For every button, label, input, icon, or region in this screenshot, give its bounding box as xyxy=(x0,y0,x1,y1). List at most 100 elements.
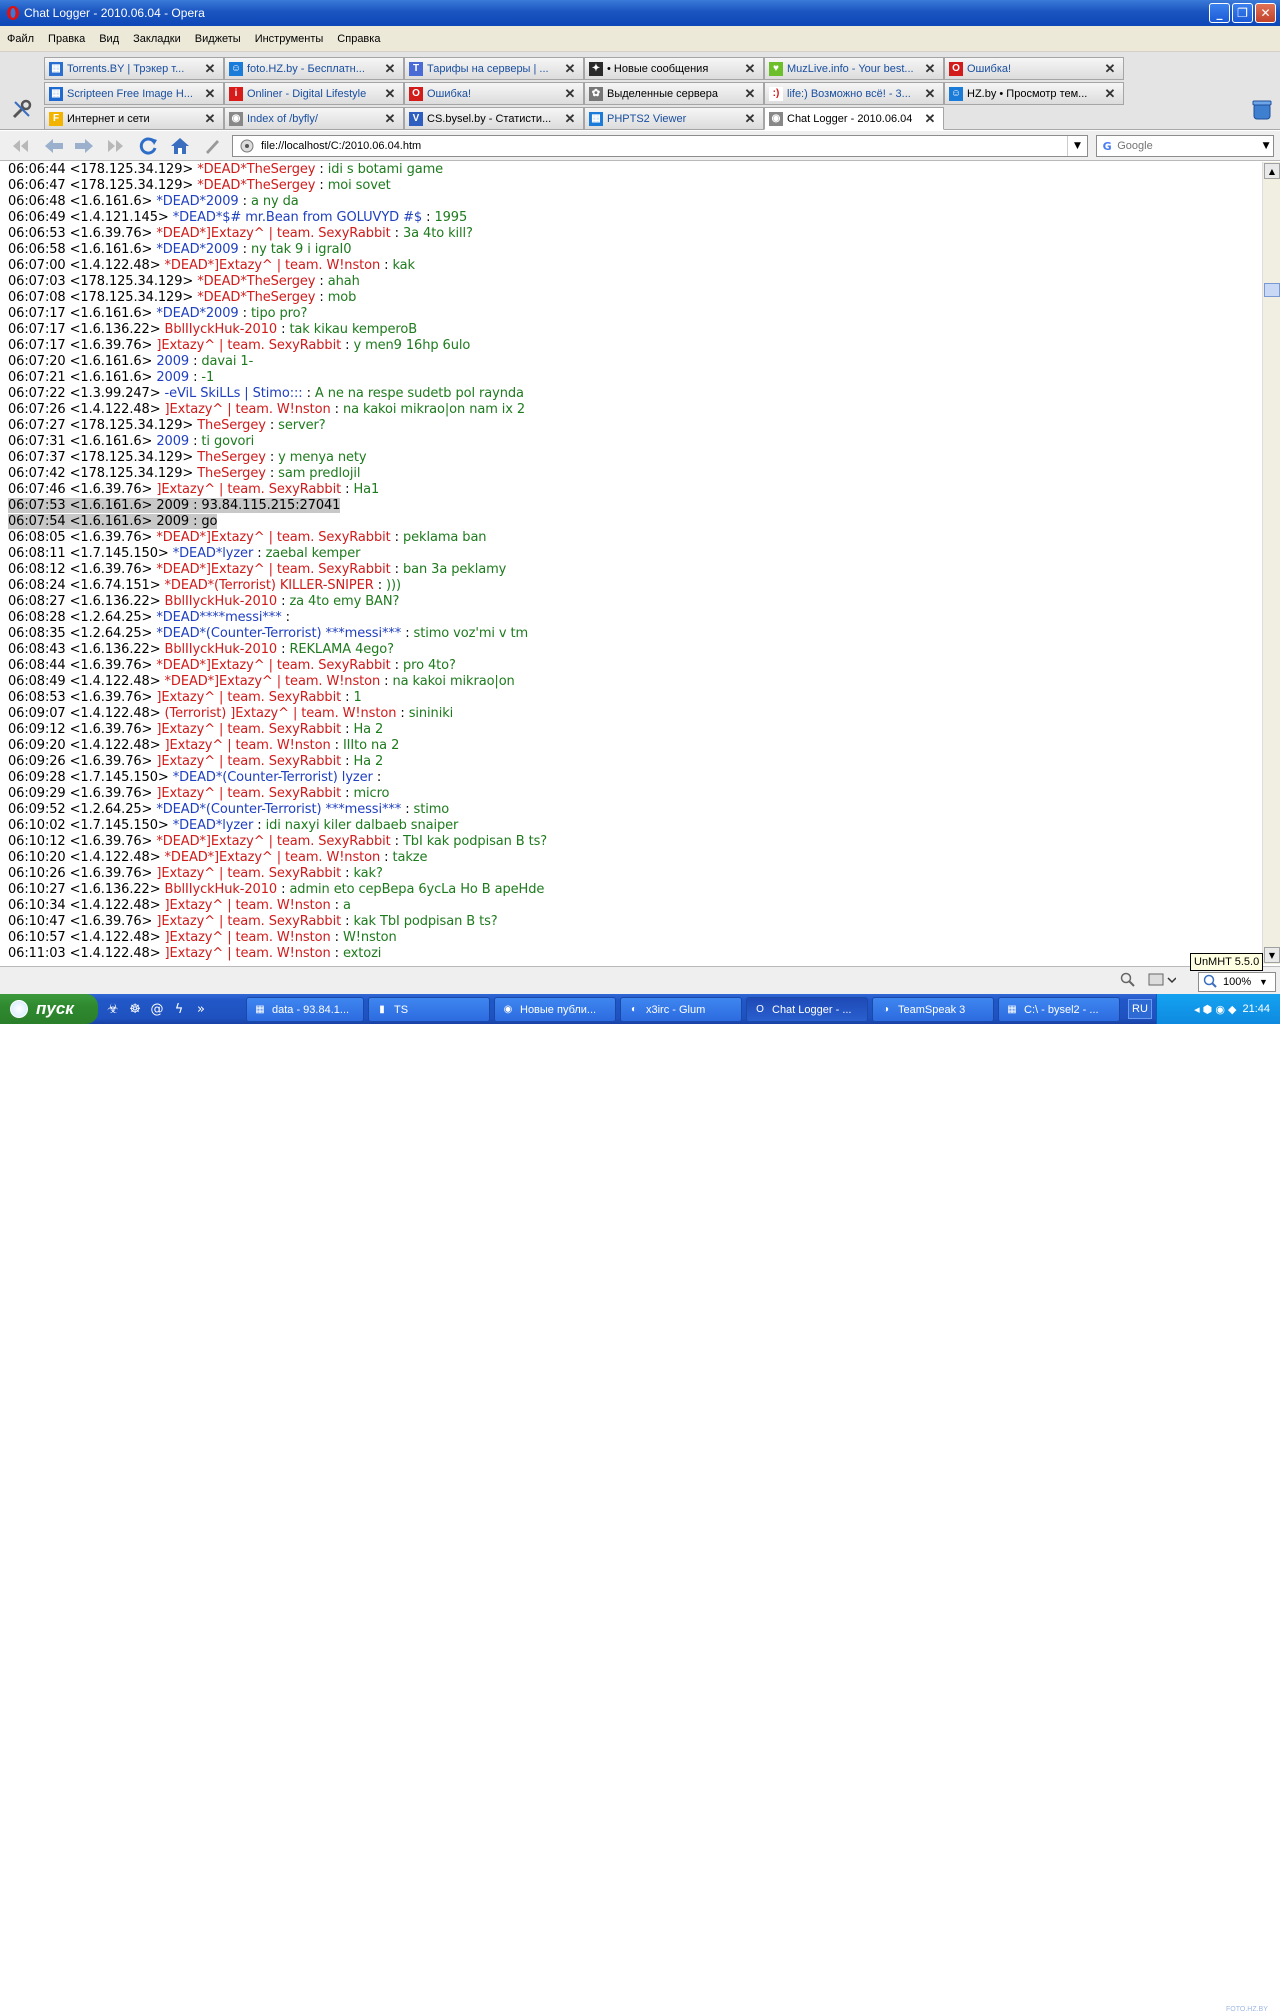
taskbar-button[interactable]: O Chat Logger - ... xyxy=(746,997,868,1022)
menu-widgets[interactable]: Виджеты xyxy=(188,33,248,45)
taskbar-button[interactable]: ◉ Новые публи... xyxy=(494,997,616,1022)
close-tab-icon[interactable]: ✕ xyxy=(383,86,397,101)
close-tab-icon[interactable]: ✕ xyxy=(383,61,397,76)
tab-favicon-icon: ✦ xyxy=(589,61,603,76)
close-tab-icon[interactable]: ✕ xyxy=(743,111,757,126)
chat-nick: -eViL SkiLLs | Stimo::: xyxy=(164,386,303,401)
url-input[interactable] xyxy=(261,140,1067,152)
tab-8[interactable]: O Ошибка! ✕ xyxy=(404,82,584,105)
scroll-down-icon[interactable]: ▼ xyxy=(1264,947,1280,963)
tab-15[interactable]: ▦ PHPTS2 Viewer ✕ xyxy=(584,107,764,130)
language-indicator[interactable]: RU xyxy=(1128,999,1152,1019)
close-tab-icon[interactable]: ✕ xyxy=(203,61,217,76)
close-tab-icon[interactable]: ✕ xyxy=(563,86,577,101)
close-tab-icon[interactable]: ✕ xyxy=(1103,86,1117,101)
start-label: пуск xyxy=(36,999,74,1018)
chevron-down-icon[interactable]: ▼ xyxy=(1259,977,1275,987)
scroll-up-icon[interactable]: ▲ xyxy=(1264,163,1280,179)
magnifier-icon[interactable] xyxy=(1120,972,1138,990)
back-icon[interactable] xyxy=(42,135,66,157)
view-options-icon[interactable] xyxy=(1148,972,1178,990)
menu-view[interactable]: Вид xyxy=(92,33,126,45)
chat-line: 06:10:27 <1.6.136.22> BblIIyckHuk-2010 :… xyxy=(0,882,1262,898)
chevron-down-icon[interactable]: ▼ xyxy=(1259,141,1273,151)
tab-10[interactable]: :) life:) Возможно всё! - 3... ✕ xyxy=(764,82,944,105)
tab-14[interactable]: V CS.bysel.by - Статисти... ✕ xyxy=(404,107,584,130)
chat-message: TbI kak podpisan B ts? xyxy=(402,834,548,849)
chat-line: 06:10:34 <1.4.122.48> ]Extazy^ | team. W… xyxy=(0,898,1262,914)
at-icon[interactable]: @ xyxy=(148,1000,166,1018)
tab-label: Onliner - Digital Lifestyle xyxy=(247,87,367,100)
chat-line: 06:06:53 <1.6.39.76> *DEAD*]Extazy^ | te… xyxy=(0,226,1262,242)
taskbar-button[interactable]: ◑ TeamSpeak 3 xyxy=(872,997,994,1022)
tab-0[interactable]: ▦ Torrents.BY | Трэкер т... ✕ xyxy=(44,57,224,80)
close-tab-icon[interactable]: ✕ xyxy=(923,111,937,126)
tab-label: Chat Logger - 2010.06.04 xyxy=(787,112,913,125)
search-input[interactable] xyxy=(1117,140,1260,152)
taskbar-button[interactable]: ▦ C:\ - bysel2 - ... xyxy=(998,997,1120,1022)
menu-tools[interactable]: Инструменты xyxy=(248,33,331,45)
chat-message: micro xyxy=(353,786,390,801)
menu-bookmarks[interactable]: Закладки xyxy=(126,33,188,45)
chat-separator: : xyxy=(330,946,343,961)
tab-6[interactable]: ▦ Scripteen Free Image H... ✕ xyxy=(44,82,224,105)
zoom-control[interactable]: 100% ▼ xyxy=(1198,972,1276,992)
tab-3[interactable]: ✦ • Новые сообщения ✕ xyxy=(584,57,764,80)
chat-time-ip: 06:07:46 <1.6.39.76> xyxy=(8,482,157,497)
menu-help[interactable]: Справка xyxy=(330,33,387,45)
biohazard-icon[interactable]: ☣ xyxy=(104,1000,122,1018)
home-icon[interactable] xyxy=(168,135,192,157)
rewind-icon[interactable] xyxy=(8,135,32,157)
forward-icon[interactable] xyxy=(72,135,96,157)
menu-edit[interactable]: Правка xyxy=(41,33,92,45)
address-bar[interactable]: ▼ xyxy=(232,135,1088,157)
taskbar-button[interactable]: ▮ TS xyxy=(368,997,490,1022)
tab-13[interactable]: ◉ Index of /byfly/ ✕ xyxy=(224,107,404,130)
vertical-scrollbar[interactable]: ▲ ▼ xyxy=(1262,162,1280,964)
taskbar-button[interactable]: ◐ x3irc - Glum xyxy=(620,997,742,1022)
taskbar-button[interactable]: ▦ data - 93.84.1... xyxy=(246,997,364,1022)
chevron-down-icon[interactable]: ▼ xyxy=(1067,136,1087,156)
more-chevron-icon[interactable]: » xyxy=(192,1000,210,1018)
close-tab-icon[interactable]: ✕ xyxy=(743,61,757,76)
tab-12[interactable]: F Интернет и сети ✕ xyxy=(44,107,224,130)
wrench-icon[interactable] xyxy=(8,96,36,122)
game-icon[interactable]: ☸ xyxy=(126,1000,144,1018)
scroll-thumb[interactable] xyxy=(1264,283,1280,297)
chat-message: idi s botami game xyxy=(327,162,444,177)
restore-button[interactable]: ❐ xyxy=(1232,3,1253,23)
tab-5[interactable]: O Ошибка! ✕ xyxy=(944,57,1124,80)
start-button[interactable]: пуск xyxy=(0,994,98,1024)
reload-icon[interactable] xyxy=(136,135,160,157)
search-box[interactable]: G ▼ xyxy=(1096,135,1274,157)
close-tab-icon[interactable]: ✕ xyxy=(563,111,577,126)
tab-9[interactable]: ✿ Выделенные сервера ✕ xyxy=(584,82,764,105)
menu-file[interactable]: Файл xyxy=(0,33,41,45)
close-tab-icon[interactable]: ✕ xyxy=(563,61,577,76)
tab-1[interactable]: ☺ foto.HZ.by - Бесплатн... ✕ xyxy=(224,57,404,80)
close-tab-icon[interactable]: ✕ xyxy=(923,86,937,101)
tab-11[interactable]: ☺ HZ.by • Просмотр тем... ✕ xyxy=(944,82,1124,105)
fast-forward-icon[interactable] xyxy=(104,135,128,157)
tab-2[interactable]: T Тарифы на серверы | ... ✕ xyxy=(404,57,584,80)
close-tab-icon[interactable]: ✕ xyxy=(1103,61,1117,76)
edit-pen-icon[interactable] xyxy=(200,135,224,157)
chat-separator: : xyxy=(390,562,403,577)
chat-line: 06:10:02 <1.7.145.150> *DEAD*lyzer : idi… xyxy=(0,818,1262,834)
winamp-icon[interactable]: ϟ xyxy=(170,1000,188,1018)
close-tab-icon[interactable]: ✕ xyxy=(383,111,397,126)
close-window-button[interactable]: ✕ xyxy=(1255,3,1276,23)
tab-7[interactable]: i Onliner - Digital Lifestyle ✕ xyxy=(224,82,404,105)
taskbar-label: data - 93.84.1... xyxy=(272,1003,350,1016)
tab-4[interactable]: ♥ MuzLive.info - Your best... ✕ xyxy=(764,57,944,80)
close-tab-icon[interactable]: ✕ xyxy=(743,86,757,101)
closed-tabs-trash-icon[interactable] xyxy=(1252,99,1272,121)
tray-icons[interactable]: ◂ ⬢ ◉ ◆ xyxy=(1194,1003,1236,1016)
close-tab-icon[interactable]: ✕ xyxy=(923,61,937,76)
minimize-button[interactable]: _ xyxy=(1209,3,1230,23)
chat-nick: 2009 xyxy=(156,514,190,529)
tab-16[interactable]: ◉ Chat Logger - 2010.06.04 ✕ xyxy=(764,107,944,130)
close-tab-icon[interactable]: ✕ xyxy=(203,111,217,126)
tab-label: life:) Возможно всё! - 3... xyxy=(787,87,911,100)
close-tab-icon[interactable]: ✕ xyxy=(203,86,217,101)
